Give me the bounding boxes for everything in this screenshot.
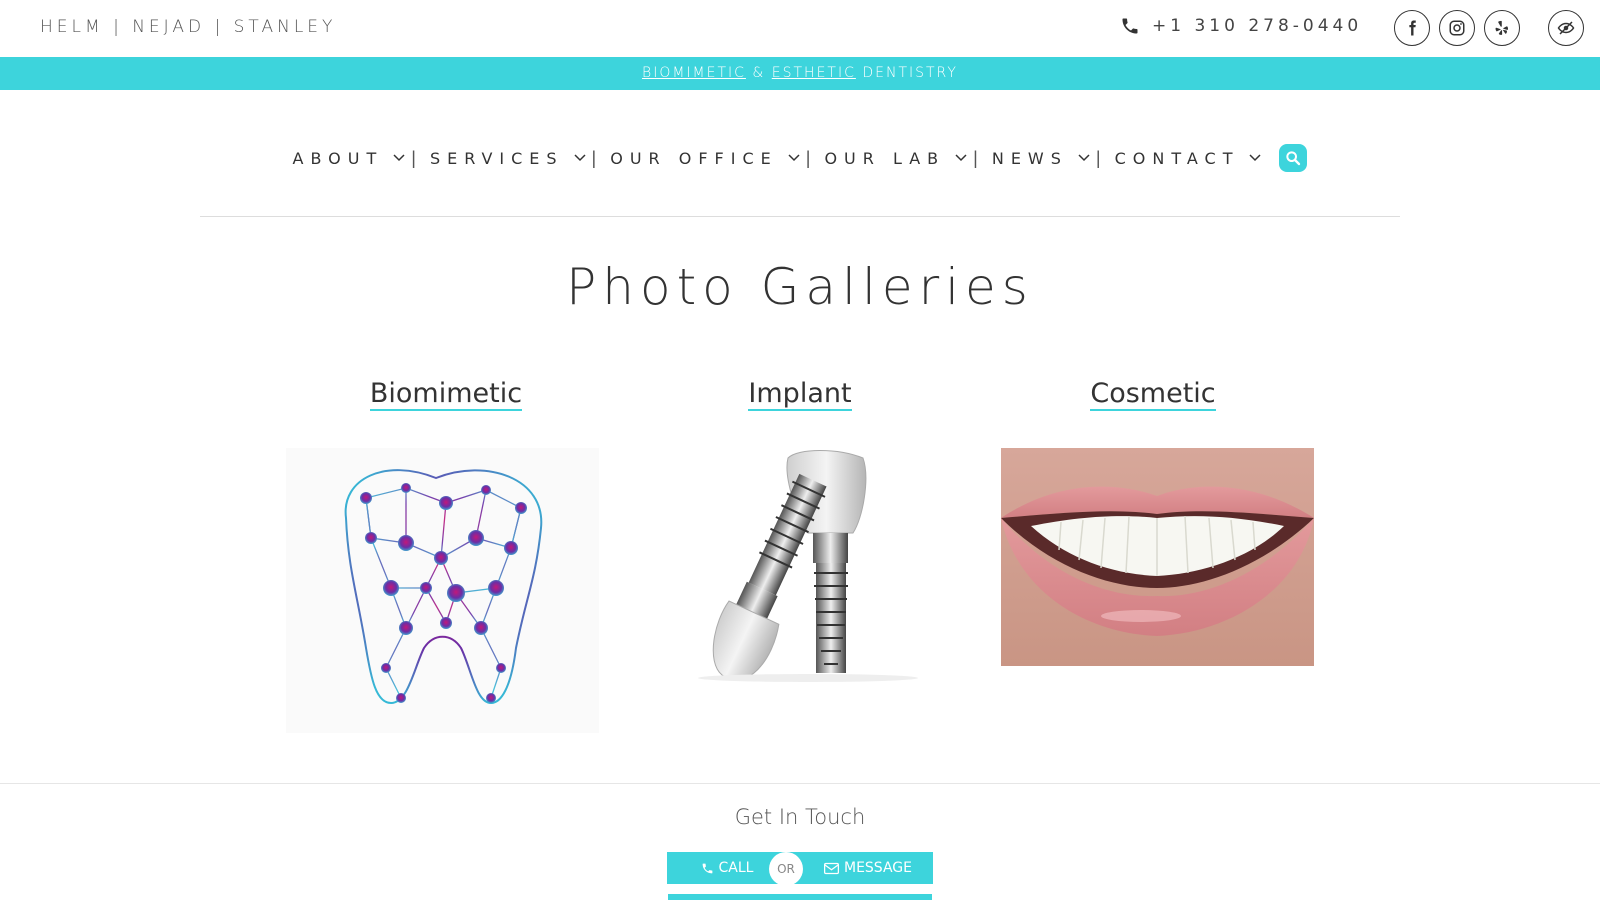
tooth-network-image[interactable] [286,448,599,733]
phone-number: +1 310 278-0440 [1152,16,1363,36]
page-title: Photo Galleries [566,258,1034,316]
gallery-cosmetic-link[interactable]: Cosmetic [1090,378,1216,411]
yelp-icon [1495,20,1509,35]
nav-label: CONTACT [1114,148,1240,168]
instagram-icon [1449,20,1465,36]
message-button[interactable]: MESSAGE [803,852,933,884]
gallery-biomimetic: Biomimetic [286,378,606,733]
search-button[interactable] [1279,144,1308,172]
gallery-biomimetic-link[interactable]: Biomimetic [369,378,523,411]
yelp-button[interactable] [1484,10,1520,46]
tagline-bar: BIOMIMETIC & ESTHETIC DENTISTRY [0,57,1600,90]
nav-separator: | [411,147,416,168]
nav-label: ABOUT [292,148,384,168]
or-badge: OR [769,852,803,886]
tagline-dentistry: DENTISTRY [855,65,958,81]
footer-divider [0,783,1600,784]
chevron-down-icon [1249,154,1261,162]
facebook-button[interactable] [1394,10,1430,46]
chevron-down-icon [393,154,405,162]
gallery-implant-link[interactable]: Implant [748,378,852,411]
accessibility-button[interactable] [1548,10,1584,46]
instagram-button[interactable] [1439,10,1475,46]
nav-label: NEWS [991,148,1068,168]
phone-icon [1122,18,1138,34]
gallery-cosmetic: Cosmetic [993,378,1314,666]
nav-our-office[interactable]: OUR OFFICE [610,149,800,168]
cta-underline [668,894,932,900]
tagline-amp: & [745,65,772,81]
eye-slash-icon [1557,21,1575,35]
esthetic-link[interactable]: ESTHETIC [772,65,856,81]
chevron-down-icon [788,154,800,162]
smile-image[interactable] [1001,448,1314,666]
chevron-down-icon [574,154,586,162]
nav-separator: | [1095,147,1101,168]
main-nav: ABOUT | SERVICES | OUR OFFICE | OUR LAB … [0,140,1600,176]
nav-separator: | [973,147,978,168]
nav-divider [200,216,1400,217]
phone-icon [702,863,712,873]
message-label: MESSAGE [844,860,912,876]
facebook-icon [1409,20,1416,36]
nav-label: SERVICES [429,148,564,168]
nav-services[interactable]: SERVICES [430,149,586,168]
chevron-down-icon [1078,154,1090,162]
call-label: CALL [718,860,754,876]
top-bar: HELM | NEJAD | STANLEY +1 310 278-0440 [0,0,1600,57]
nav-news[interactable]: NEWS [992,149,1090,168]
nav-our-lab[interactable]: OUR LAB [824,149,967,168]
nav-contact[interactable]: CONTACT [1115,149,1262,168]
gallery-implant: Implant [640,378,961,733]
nav-label: OUR LAB [824,148,946,168]
get-in-touch-title: Get In Touch [734,805,866,829]
dental-implant-image[interactable] [648,448,961,733]
brand-name[interactable]: HELM | NEJAD | STANLEY [40,17,336,37]
nav-about[interactable]: ABOUT [293,149,406,168]
phone-link[interactable]: +1 310 278-0440 [1120,16,1362,36]
nav-separator: | [591,147,597,168]
nav-separator: | [805,147,811,168]
biomimetic-link[interactable]: BIOMIMETIC [642,65,746,81]
envelope-icon [824,862,839,874]
nav-label: OUR OFFICE [610,148,778,168]
search-icon [1286,151,1301,166]
chevron-down-icon [955,154,967,162]
